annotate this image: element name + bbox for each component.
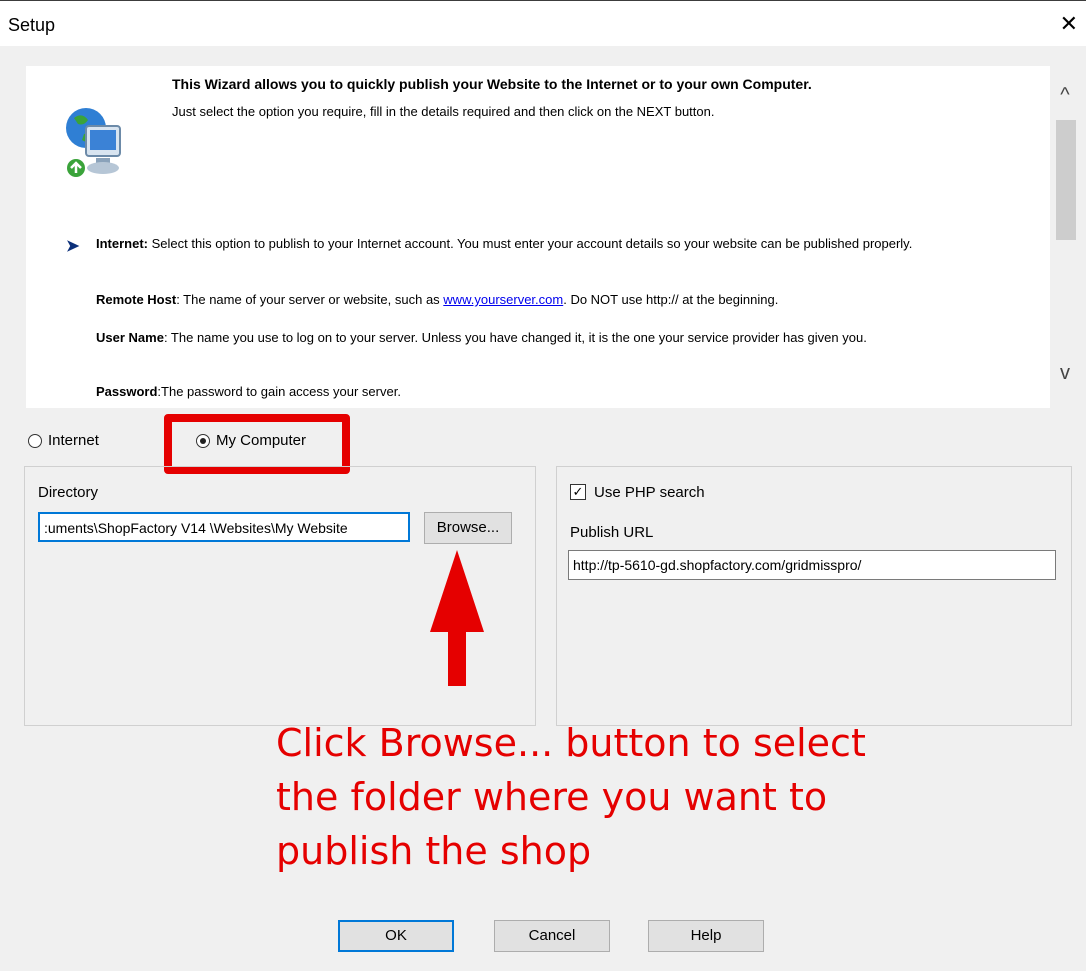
publish-url-group	[556, 466, 1072, 726]
red-arrow-icon	[430, 550, 484, 686]
remote-host-text-end: . Do NOT use http:// at the beginning.	[563, 292, 779, 307]
radio-internet-label: Internet	[48, 432, 99, 449]
radio-internet[interactable]: Internet	[28, 432, 99, 449]
ok-button[interactable]: OK	[338, 920, 454, 952]
help-button[interactable]: Help	[648, 920, 764, 952]
remote-host-description: Remote Host: The name of your server or …	[96, 292, 1016, 308]
directory-label: Directory	[38, 484, 99, 501]
internet-term: Internet:	[96, 236, 148, 251]
remote-host-text: : The name of your server or website, su…	[176, 292, 444, 307]
scroll-up-icon[interactable]: ^	[1054, 84, 1076, 106]
php-search-checkbox[interactable]: ✓	[570, 484, 586, 500]
publish-url-label: Publish URL	[570, 524, 654, 541]
example-server-link[interactable]: www.yourserver.com	[443, 292, 563, 307]
remote-host-term: Remote Host	[96, 292, 177, 307]
annotation-highlight-box	[164, 414, 350, 474]
user-name-text: : The name you use to log on to your ser…	[163, 330, 867, 345]
info-panel: This Wizard allows you to quickly publis…	[26, 66, 1050, 408]
window-title: Setup	[8, 15, 56, 35]
bullet-arrow-icon: ➤	[66, 238, 80, 255]
internet-description: Internet: Select this option to publish …	[96, 236, 1016, 252]
password-term: Password	[96, 384, 158, 399]
radio-internet-circle[interactable]	[28, 433, 42, 448]
scroll-down-icon[interactable]: v	[1054, 362, 1076, 384]
close-icon[interactable]: ✕	[1060, 11, 1078, 37]
cancel-button[interactable]: Cancel	[494, 920, 610, 952]
wizard-subline: Just select the option you require, fill…	[172, 104, 715, 119]
php-search-label: Use PHP search	[594, 484, 705, 501]
directory-field[interactable]: :uments\ShopFactory V14 \Websites\My Web…	[38, 512, 410, 542]
password-text: :The password to gain access your server…	[157, 384, 401, 399]
publish-globe-icon	[66, 108, 121, 177]
password-description: Password:The password to gain access you…	[96, 384, 1016, 400]
scroll-thumb[interactable]	[1056, 120, 1076, 240]
annotation-text: Click Browse... button to select the fol…	[276, 721, 866, 873]
browse-button[interactable]: Browse...	[424, 512, 512, 544]
user-name-term: User Name	[96, 330, 164, 345]
publish-url-field[interactable]: http://tp-5610-gd.shopfactory.com/gridmi…	[568, 550, 1056, 580]
wizard-headline: This Wizard allows you to quickly publis…	[172, 76, 812, 92]
title-bar: Setup ✕	[0, 0, 1086, 46]
internet-text: Select this option to publish to your In…	[148, 236, 913, 251]
user-name-description: User Name: The name you use to log on to…	[96, 330, 1016, 346]
info-scrollbar[interactable]: ^ v	[1050, 66, 1080, 408]
